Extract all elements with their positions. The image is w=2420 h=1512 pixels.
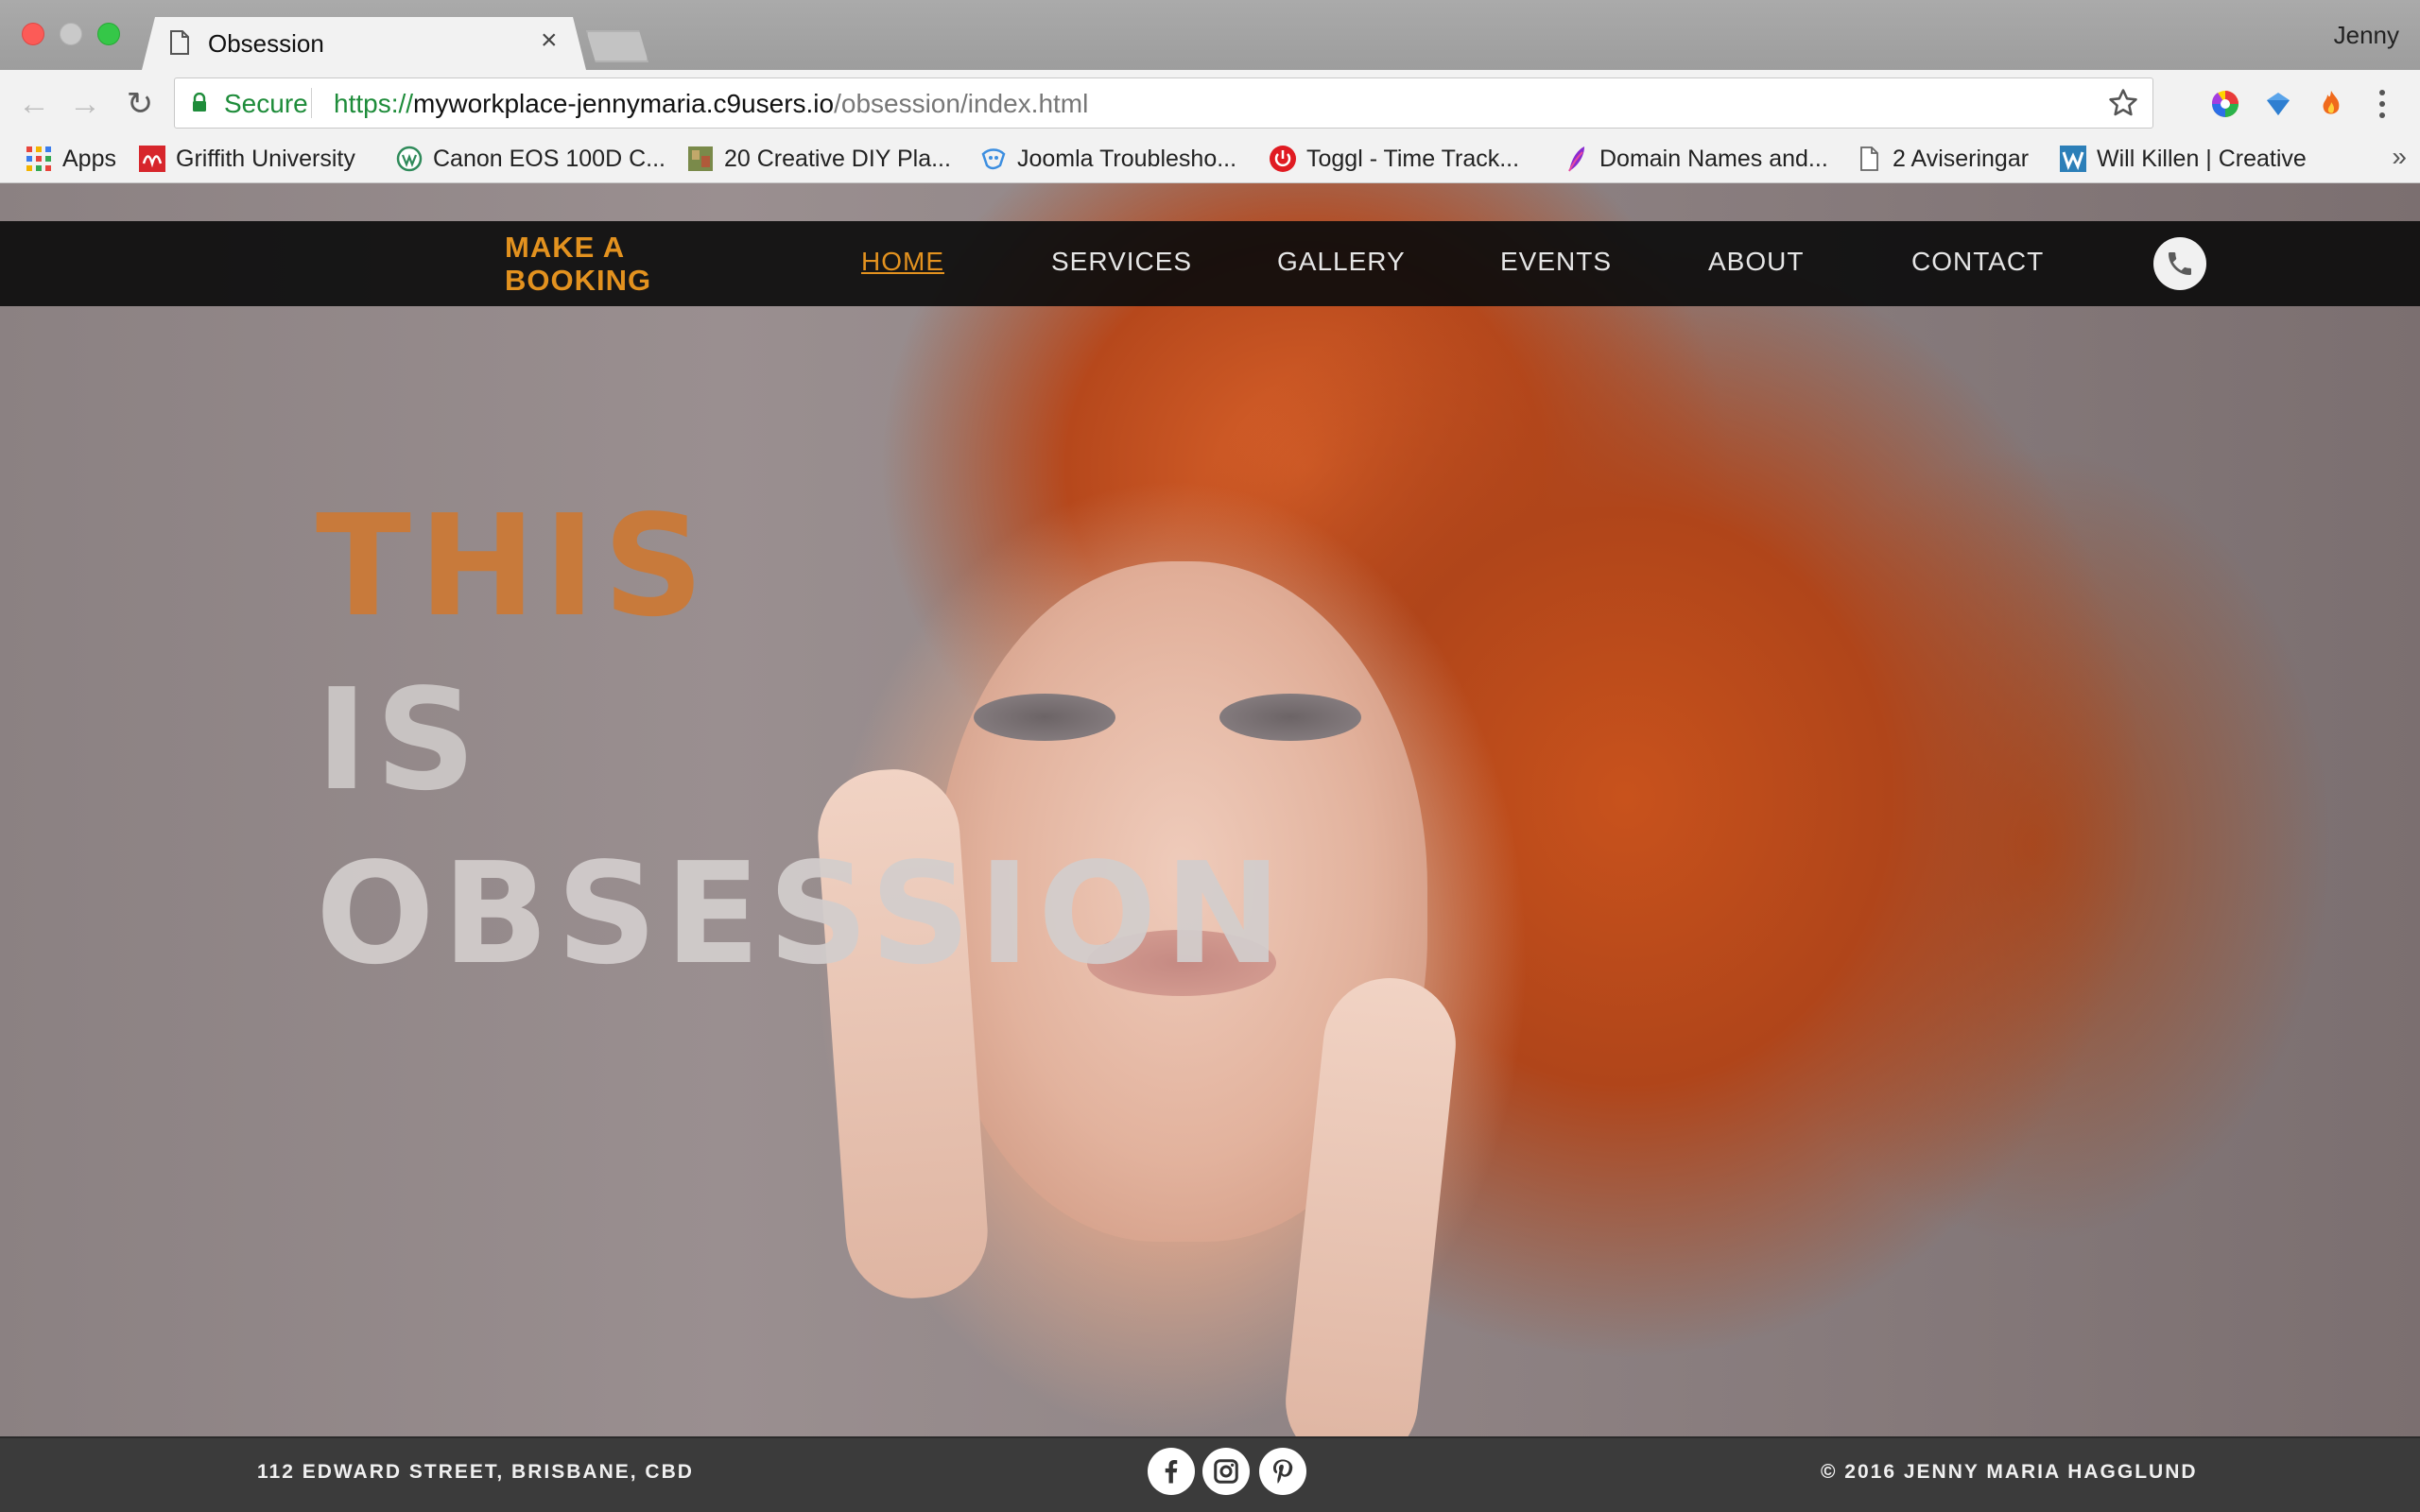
footer-copyright: © 2016 JENNY MARIA HAGGLUND bbox=[1821, 1461, 2198, 1483]
address-separator bbox=[311, 88, 312, 118]
diy-thumbnail-icon bbox=[688, 146, 713, 171]
apps-grid-icon bbox=[26, 146, 51, 171]
bookmark-label: Joomla Troublesho... bbox=[1017, 145, 1237, 172]
bookmark-joomla[interactable]: Joomla Troublesho... bbox=[979, 142, 1236, 176]
instagram-icon bbox=[1214, 1459, 1238, 1484]
instagram-button[interactable] bbox=[1202, 1448, 1250, 1495]
nav-home[interactable]: HOME bbox=[861, 247, 944, 277]
bookmark-star-icon[interactable] bbox=[2107, 87, 2139, 119]
make-booking-link[interactable]: MAKE A BOOKING bbox=[505, 231, 651, 297]
bookmark-label: Canon EOS 100D C... bbox=[433, 145, 666, 172]
page-icon bbox=[1860, 146, 1878, 171]
page-viewport: MAKE A BOOKING HOME SERVICES GALLERY EVE… bbox=[0, 183, 2420, 1512]
bookmark-canon-eos[interactable]: Canon EOS 100D C... bbox=[395, 142, 666, 176]
bookmark-label: 20 Creative DIY Pla... bbox=[724, 145, 951, 172]
bookmark-aviseringar[interactable]: 2 Aviseringar bbox=[1855, 142, 2029, 176]
tab-close-icon[interactable]: × bbox=[541, 26, 558, 55]
bookmarks-overflow-button[interactable]: » bbox=[2392, 142, 2407, 172]
bookmark-label: Toggl - Time Track... bbox=[1306, 145, 1520, 172]
window-close-button[interactable] bbox=[22, 23, 44, 45]
page-icon bbox=[170, 30, 189, 55]
bookmark-label: Will Killen | Creative bbox=[2097, 145, 2307, 172]
feather-icon bbox=[1568, 146, 1584, 172]
url-path: /obsession/index.html bbox=[834, 89, 1089, 118]
nav-contact[interactable]: CONTACT bbox=[1911, 247, 2044, 277]
url-host: myworkplace-jennymaria.c9users.io bbox=[413, 89, 835, 118]
browser-tab-active[interactable]: Obsession × bbox=[142, 17, 586, 70]
booking-line-2: BOOKING bbox=[505, 264, 652, 297]
bookmark-apps[interactable]: Apps bbox=[25, 142, 116, 176]
toggl-power-icon bbox=[1270, 146, 1296, 172]
pinterest-icon bbox=[1273, 1459, 1293, 1484]
tab-title: Obsession bbox=[208, 29, 324, 58]
bookmark-will-killen[interactable]: Will Killen | Creative bbox=[2059, 142, 2307, 176]
phone-icon bbox=[2169, 252, 2191, 275]
nav-gallery[interactable]: GALLERY bbox=[1277, 247, 1406, 277]
browser-toolbar: ← → ↻ Secure https://myworkplace-jennyma… bbox=[0, 70, 2420, 136]
bookmark-label: 2 Aviseringar bbox=[1893, 145, 2030, 172]
booking-line-1: MAKE A bbox=[505, 231, 626, 264]
window-maximize-button[interactable] bbox=[97, 23, 120, 45]
bookmark-label: Griffith University bbox=[176, 145, 355, 172]
lock-icon bbox=[193, 93, 206, 112]
phone-call-button[interactable] bbox=[2153, 237, 2206, 290]
hero-headline-line-3: OBSESSION bbox=[316, 833, 1289, 995]
new-tab-button[interactable] bbox=[586, 30, 648, 62]
nav-about[interactable]: ABOUT bbox=[1708, 247, 1804, 277]
site-navbar: MAKE A BOOKING HOME SERVICES GALLERY EVE… bbox=[0, 221, 2420, 306]
pinterest-button[interactable] bbox=[1259, 1448, 1306, 1495]
forward-arrow-icon[interactable]: → bbox=[66, 85, 104, 123]
back-arrow-icon[interactable]: ← bbox=[15, 85, 53, 123]
griffith-logo-icon bbox=[139, 146, 165, 172]
footer-address: 112 EDWARD STREET, BRISBANE, CBD bbox=[257, 1461, 694, 1483]
w-logo-icon bbox=[2060, 146, 2086, 172]
url-scheme: https:// bbox=[334, 89, 414, 118]
bookmark-domain-names[interactable]: Domain Names and... bbox=[1562, 142, 1828, 176]
nav-events[interactable]: EVENTS bbox=[1500, 247, 1612, 277]
browser-menu-icon[interactable] bbox=[2377, 87, 2388, 121]
facebook-button[interactable] bbox=[1148, 1448, 1195, 1495]
diamond-extension-icon[interactable] bbox=[2263, 89, 2293, 119]
hero-headline-line-2: IS bbox=[316, 659, 484, 821]
globe-icon bbox=[396, 146, 423, 172]
bookmark-label: Apps bbox=[62, 145, 116, 172]
window-minimize-button[interactable] bbox=[60, 23, 82, 45]
facebook-icon bbox=[1165, 1460, 1178, 1484]
nav-services[interactable]: SERVICES bbox=[1051, 247, 1192, 277]
url-text: https://myworkplace-jennymaria.c9users.i… bbox=[334, 89, 1088, 119]
reload-icon[interactable]: ↻ bbox=[121, 85, 159, 123]
bookmark-toggl[interactable]: Toggl - Time Track... bbox=[1269, 142, 1519, 176]
color-wheel-extension-icon[interactable] bbox=[2210, 89, 2240, 119]
hero-model-eye-right bbox=[1219, 694, 1361, 741]
site-footer: 112 EDWARD STREET, BRISBANE, CBD © 2016 … bbox=[0, 1436, 2420, 1512]
bookmark-label: Domain Names and... bbox=[1599, 145, 1828, 172]
hero-model-eye-left bbox=[974, 694, 1115, 741]
joomla-icon bbox=[981, 148, 1006, 170]
address-bar[interactable]: Secure https://myworkplace-jennymaria.c9… bbox=[174, 77, 2153, 129]
secure-label: Secure bbox=[224, 89, 308, 118]
flame-extension-icon[interactable] bbox=[2316, 89, 2346, 119]
bookmark-griffith-university[interactable]: Griffith University bbox=[138, 142, 355, 176]
hero-headline-line-1: THIS bbox=[316, 485, 712, 647]
bookmarks-bar: Apps Griffith University Canon EOS 100D … bbox=[0, 136, 2420, 183]
profile-name[interactable]: Jenny bbox=[2334, 21, 2399, 50]
bookmark-creative-diy[interactable]: 20 Creative DIY Pla... bbox=[686, 142, 951, 176]
browser-titlebar: Obsession × Jenny bbox=[0, 0, 2420, 70]
